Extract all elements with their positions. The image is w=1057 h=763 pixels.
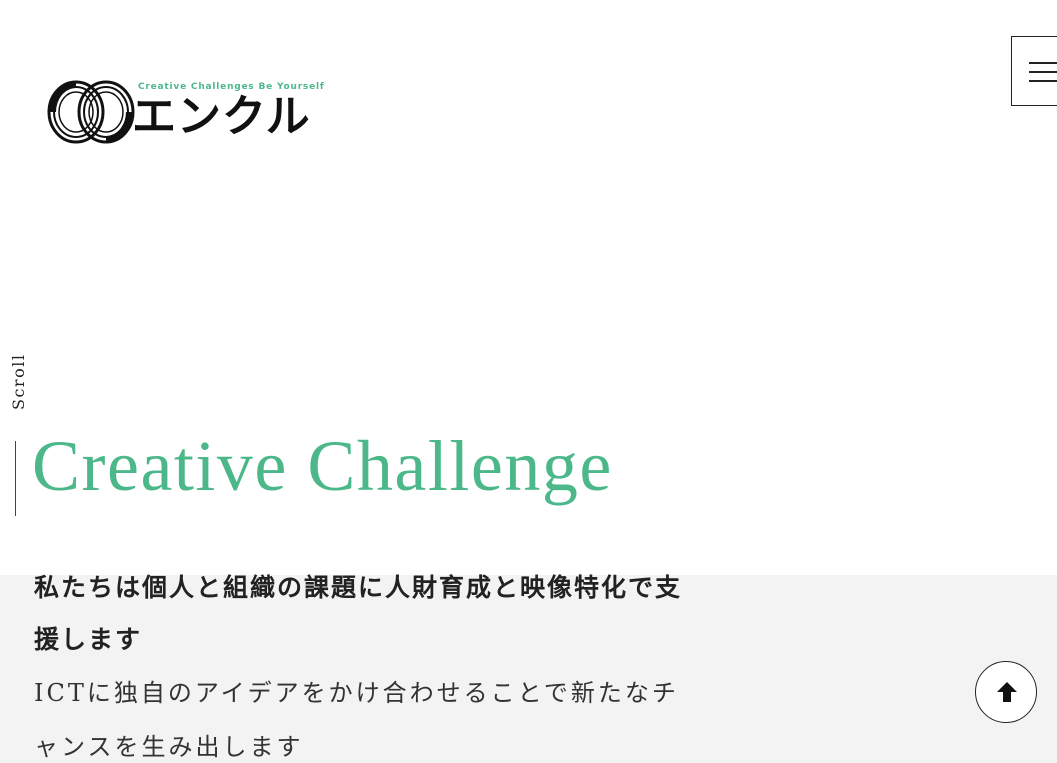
scroll-label: Scroll [9,353,28,410]
scroll-line [15,441,16,516]
hero-heading: Creative Challenge [32,426,613,506]
back-to-top-button[interactable] [975,661,1037,723]
page: Creative Challenges Be Yourself エンクル Scr… [0,0,1057,763]
intro-sub-text: ICTに独自のアイデアをかけ合わせることで新たなチャンスを生み出します [34,679,679,761]
intro-lead-text: 私たちは個人と組織の課題に人財育成と映像特化で支援します [34,573,683,654]
menu-button[interactable] [1011,36,1057,106]
logo-rings-icon [47,80,135,144]
site-logo[interactable]: Creative Challenges Be Yourself エンクル [46,78,336,148]
hamburger-menu-icon [1029,62,1057,82]
logo-name: エンクル [132,91,311,142]
arrow-up-icon [997,682,1017,702]
